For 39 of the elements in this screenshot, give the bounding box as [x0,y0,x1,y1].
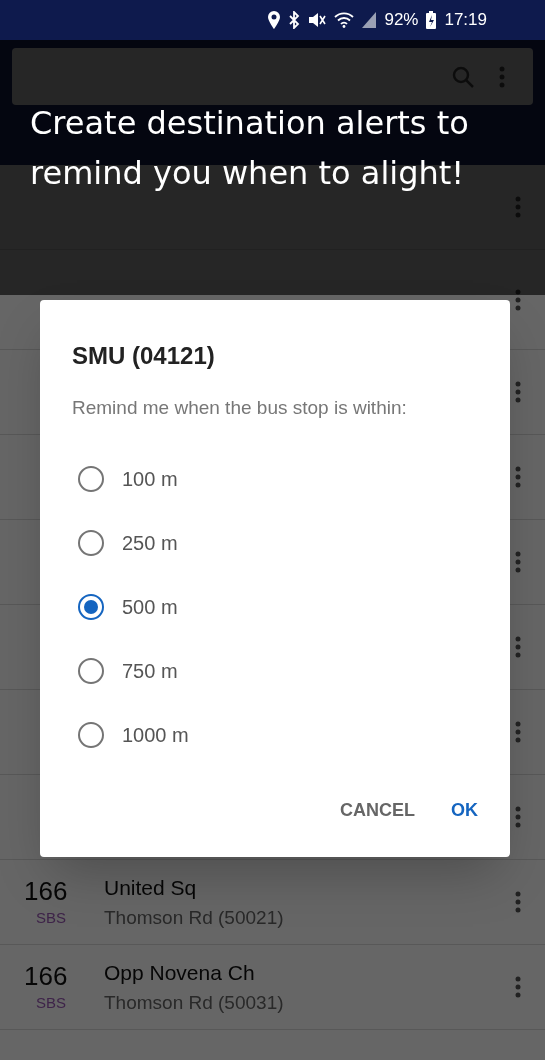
more-options-icon[interactable] [515,891,521,913]
option-label[interactable]: 750 m [122,655,178,686]
muted-speaker-icon [308,12,327,28]
signal-icon [362,12,377,28]
stop-name: United Sq [104,875,198,901]
radio-button[interactable] [78,593,104,620]
clock-time: 17:19 [444,9,487,32]
ok-button[interactable]: OK [437,788,492,832]
dialog-title: SMU (04121) [72,341,216,371]
coach-mark-text: Create destination alerts to remind you when to alight! [30,103,470,194]
stop-name: Opp Novena Ch [104,960,256,986]
radio-button[interactable] [78,529,104,556]
more-options-icon[interactable] [515,466,521,488]
more-options-icon[interactable] [515,721,521,743]
road-and-stop-code: Thomson Rd (50021) [104,905,285,930]
route-number: 166 [24,874,69,907]
wifi-icon [334,12,355,28]
radio-button[interactable] [78,657,104,684]
more-options-icon[interactable] [515,976,521,998]
dialog-message: Remind me when the bus stop is within: [72,396,408,420]
option-label[interactable]: 500 m [122,591,178,622]
operator-label: SBS [35,993,67,1013]
option-label[interactable]: 1000 m [122,719,189,750]
route-number: 166 [24,959,69,992]
more-options-icon[interactable] [515,551,521,573]
road-and-stop-code: Thomson Rd (50031) [104,990,285,1015]
radio-button[interactable] [78,721,104,748]
more-options-icon[interactable] [515,806,521,828]
radio-button[interactable] [78,465,104,492]
location-pin-icon [268,11,281,29]
operator-label: SBS [35,908,67,928]
more-options-icon[interactable] [515,636,521,658]
battery-percentage: 92% [384,9,419,32]
battery-charging-icon [426,11,437,29]
bluetooth-icon [288,11,301,29]
option-label[interactable]: 100 m [122,463,178,494]
option-label[interactable]: 250 m [122,527,178,558]
cancel-button[interactable]: CANCEL [326,788,429,832]
more-options-icon[interactable] [515,381,521,403]
